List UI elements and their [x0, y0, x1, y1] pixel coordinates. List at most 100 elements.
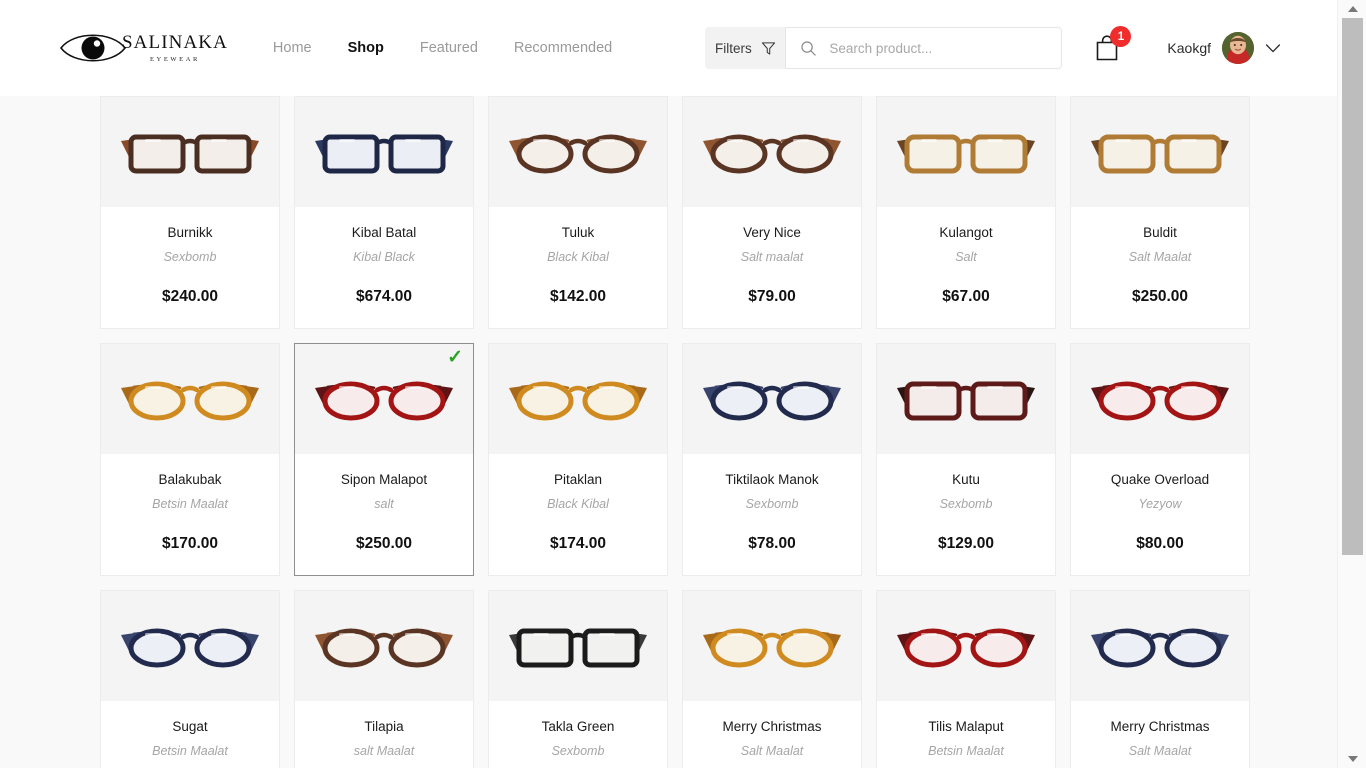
product-card[interactable]: Quake Overload Yezyow $80.00 [1070, 343, 1250, 576]
eyeglasses-image [121, 628, 259, 668]
product-card[interactable]: Tuluk Black Kibal $142.00 [488, 96, 668, 329]
scrollbar-thumb[interactable] [1342, 18, 1363, 555]
product-info: Buldit Salt Maalat $250.00 [1071, 207, 1249, 306]
product-image [489, 97, 667, 207]
eyeglasses-image [509, 628, 647, 668]
eyeglasses-image [703, 134, 841, 174]
product-card[interactable]: Kibal Batal Kibal Black $674.00 [294, 96, 474, 329]
product-name: Pitaklan [553, 472, 603, 487]
eyeglasses-image [703, 381, 841, 421]
product-card[interactable]: Burnikk Sexbomb $240.00 [100, 96, 280, 329]
product-name: Very Nice [743, 225, 801, 240]
product-info: Kibal Batal Kibal Black $674.00 [295, 207, 473, 306]
product-name: Balakubak [158, 472, 222, 487]
product-card[interactable]: Pitaklan Black Kibal $174.00 [488, 343, 668, 576]
chevron-down-icon[interactable] [1265, 43, 1281, 54]
product-card[interactable]: Tilis Malaput Betsin Maalat [876, 590, 1056, 768]
search-box[interactable] [785, 27, 1063, 69]
product-info: Kutu Sexbomb $129.00 [877, 454, 1055, 553]
product-brand: salt [374, 497, 394, 512]
nav-item-recommended[interactable]: Recommended [514, 40, 612, 56]
product-brand: Black Kibal [547, 497, 609, 512]
product-card[interactable]: ✓ Sipon Malapot salt $250.00 [294, 343, 474, 576]
eyeglasses-image [121, 134, 259, 174]
eyeglasses-image [1091, 381, 1229, 421]
eye-icon [59, 34, 127, 62]
product-name: Takla Green [541, 719, 615, 734]
product-price: $142.00 [549, 288, 607, 306]
product-brand: Salt Maalat [1128, 744, 1192, 759]
product-name: Merry Christmas [1110, 719, 1210, 734]
product-card[interactable]: Merry Christmas Salt Maalat [1070, 590, 1250, 768]
product-info: Tilis Malaput Betsin Maalat [877, 701, 1055, 758]
product-card[interactable]: Very Nice Salt maalat $79.00 [682, 96, 862, 329]
page-scrollbar[interactable] [1337, 0, 1366, 768]
search-input[interactable] [829, 40, 1050, 56]
product-card[interactable]: Tiktilaok Manok Sexbomb $78.00 [682, 343, 862, 576]
cart-button[interactable]: 1 [1090, 26, 1132, 68]
product-name: Sipon Malapot [340, 472, 428, 487]
product-image [683, 591, 861, 701]
product-info: Pitaklan Black Kibal $174.00 [489, 454, 667, 553]
scroll-up-arrow[interactable] [1338, 0, 1366, 18]
product-brand: Kibal Black [353, 250, 415, 265]
user-menu[interactable]: Kaokgf [1167, 32, 1281, 64]
cart-count-badge: 1 [1110, 26, 1132, 47]
product-price: $250.00 [355, 535, 413, 553]
product-name: Kulangot [939, 225, 993, 240]
product-card[interactable]: Tilapia salt Maalat [294, 590, 474, 768]
product-card[interactable]: Kulangot Salt $67.00 [876, 96, 1056, 329]
product-image [1071, 591, 1249, 701]
scroll-down-arrow[interactable] [1338, 750, 1366, 768]
product-card[interactable]: Sugat Betsin Maalat [100, 590, 280, 768]
product-name: Sugat [172, 719, 208, 734]
avatar [1222, 32, 1254, 64]
product-image [101, 344, 279, 454]
product-info: Sipon Malapot salt $250.00 [295, 454, 473, 553]
funnel-icon [761, 41, 775, 55]
product-name: Kutu [952, 472, 980, 487]
eyeglasses-image [509, 381, 647, 421]
product-card[interactable]: Takla Green Sexbomb [488, 590, 668, 768]
nav-item-home[interactable]: Home [273, 40, 312, 56]
product-name: Buldit [1143, 225, 1177, 240]
nav-item-shop[interactable]: Shop [348, 40, 384, 56]
product-brand: salt Maalat [353, 744, 415, 759]
product-name: Tilapia [364, 719, 404, 734]
filters-button[interactable]: Filters [705, 27, 786, 69]
product-image [877, 591, 1055, 701]
page-viewport: SALINAKA EYEWEAR Home Shop Featured Reco… [0, 0, 1337, 768]
search-icon [801, 40, 817, 56]
product-brand: Salt Maalat [1128, 250, 1192, 265]
eyeglasses-image [121, 381, 259, 421]
product-card[interactable]: Merry Christmas Salt Maalat [682, 590, 862, 768]
product-price: $174.00 [549, 535, 607, 553]
product-price: $80.00 [1136, 535, 1184, 553]
product-card[interactable]: Buldit Salt Maalat $250.00 [1070, 96, 1250, 329]
product-image [295, 97, 473, 207]
eyeglasses-image [509, 134, 647, 174]
product-info: Quake Overload Yezyow $80.00 [1071, 454, 1249, 553]
site-header: SALINAKA EYEWEAR Home Shop Featured Reco… [0, 0, 1337, 96]
product-card[interactable]: Kutu Sexbomb $129.00 [876, 343, 1056, 576]
product-image: ✓ [295, 344, 473, 454]
product-price: $250.00 [1131, 288, 1189, 306]
eyeglasses-image [1091, 628, 1229, 668]
product-price: $240.00 [161, 288, 219, 306]
product-info: Merry Christmas Salt Maalat [683, 701, 861, 758]
product-price: $674.00 [355, 288, 413, 306]
product-card[interactable]: Balakubak Betsin Maalat $170.00 [100, 343, 280, 576]
product-info: Burnikk Sexbomb $240.00 [101, 207, 279, 306]
nav-item-featured[interactable]: Featured [420, 40, 478, 56]
product-brand: Salt Maalat [740, 744, 804, 759]
product-name: Tilis Malaput [928, 719, 1004, 734]
product-price: $170.00 [161, 535, 219, 553]
product-info: Sugat Betsin Maalat [101, 701, 279, 758]
product-brand: Betsin Maalat [152, 744, 228, 759]
product-brand: Betsin Maalat [928, 744, 1004, 759]
product-price: $79.00 [748, 288, 796, 306]
brand-logo[interactable]: SALINAKA EYEWEAR [58, 22, 228, 74]
product-info: Very Nice Salt maalat $79.00 [683, 207, 861, 306]
eyeglasses-image [703, 628, 841, 668]
product-info: Tilapia salt Maalat [295, 701, 473, 758]
